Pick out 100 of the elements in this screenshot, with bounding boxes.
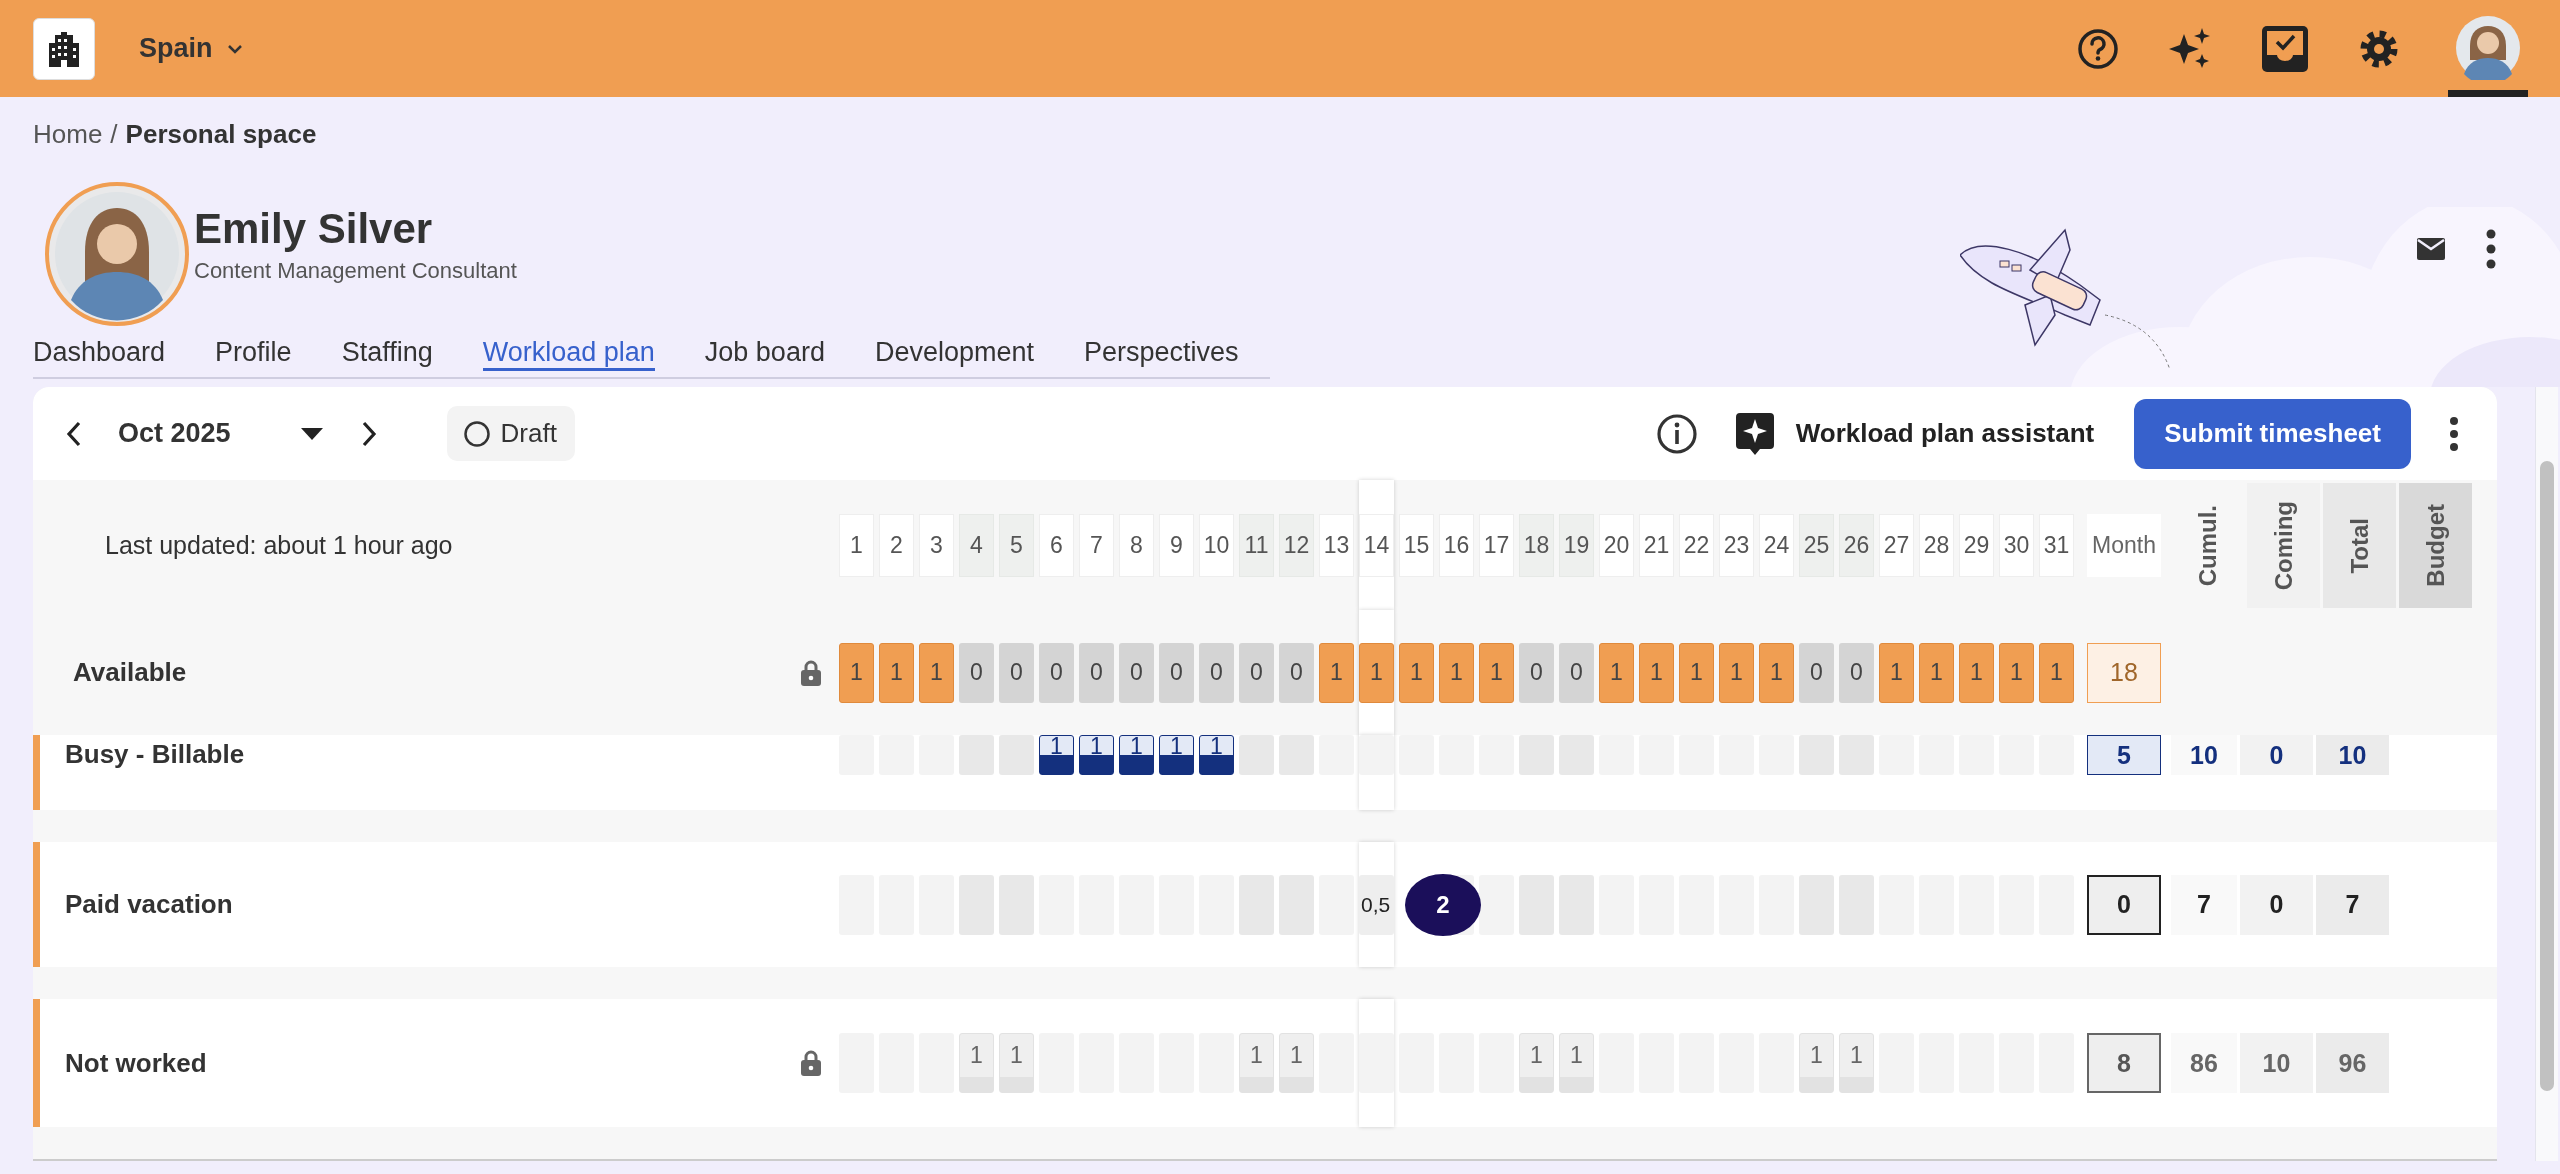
day-header[interactable]: 12	[1279, 513, 1314, 577]
day-cell[interactable]: 1	[1919, 642, 1954, 703]
day-cell[interactable]: 1	[1439, 642, 1474, 703]
day-cell[interactable]: 1	[1159, 735, 1194, 775]
day-cell[interactable]: 1	[1119, 735, 1154, 775]
day-header[interactable]: 5	[999, 513, 1034, 577]
tab[interactable]: Profile	[215, 331, 292, 371]
assistant-button[interactable]: Workload plan assistant	[1735, 412, 2095, 455]
day-header[interactable]: 27	[1879, 513, 1914, 577]
help-icon[interactable]	[2076, 26, 2120, 71]
day-cell[interactable]: 1	[1519, 1033, 1554, 1093]
chevron-right-icon[interactable]	[360, 420, 377, 447]
day-header[interactable]: 25	[1799, 513, 1834, 577]
day-header[interactable]: 22	[1679, 513, 1714, 577]
day-cell[interactable]: 0	[1119, 642, 1154, 703]
tab[interactable]: Job board	[704, 331, 825, 371]
day-header[interactable]: 23	[1719, 513, 1754, 577]
inbox-check-icon[interactable]	[2260, 23, 2310, 74]
day-header[interactable]: 7	[1079, 513, 1114, 577]
day-cell[interactable]: 1	[1879, 642, 1914, 703]
more-icon[interactable]	[2449, 415, 2459, 452]
tab[interactable]: Workload plan	[482, 331, 655, 371]
day-cell[interactable]: 1	[1679, 642, 1714, 703]
day-cell[interactable]: 0	[1279, 642, 1314, 703]
day-cell[interactable]: 0	[1799, 642, 1834, 703]
tab[interactable]: Staffing	[341, 331, 433, 371]
day-cell[interactable]: 1	[1999, 642, 2034, 703]
day-header[interactable]: 17	[1479, 513, 1514, 577]
tab[interactable]: Dashboard	[33, 331, 166, 371]
caret-down-icon[interactable]	[300, 427, 323, 440]
day-cell[interactable]: 1	[1399, 642, 1434, 703]
day-cell[interactable]: 1	[1759, 642, 1794, 703]
day-header[interactable]: 2	[879, 513, 914, 577]
day-cell[interactable]: 1	[839, 642, 874, 703]
day-cell[interactable]: 1	[959, 1033, 994, 1093]
day-header[interactable]: 31	[2039, 513, 2074, 577]
day-cell[interactable]: 0	[1079, 642, 1114, 703]
day-cell[interactable]: 1	[1559, 1033, 1594, 1093]
day-cell[interactable]: 1	[1479, 642, 1514, 703]
day-header[interactable]: 1	[839, 513, 874, 577]
day-cell[interactable]: 0	[1159, 642, 1194, 703]
workspace-dropdown[interactable]: Spain	[139, 33, 243, 64]
day-cell[interactable]: 0	[1839, 642, 1874, 703]
day-cell[interactable]: 1	[1799, 1033, 1834, 1093]
avatar-icon[interactable]	[2456, 16, 2520, 80]
day-header[interactable]: 20	[1599, 513, 1634, 577]
day-header[interactable]: 13	[1319, 513, 1354, 577]
day-cell[interactable]: 1	[1319, 642, 1354, 703]
more-icon[interactable]	[2486, 229, 2496, 269]
submit-button[interactable]: Submit timesheet	[2134, 398, 2411, 469]
day-header[interactable]: 26	[1839, 513, 1874, 577]
day-cell[interactable]: 0	[1559, 642, 1594, 703]
day-cell[interactable]: 1	[1279, 1033, 1314, 1093]
logo-button[interactable]	[33, 17, 95, 80]
day-header[interactable]: 14	[1359, 513, 1394, 577]
day-cell[interactable]: 0	[959, 642, 994, 703]
day-header[interactable]: 16	[1439, 513, 1474, 577]
day-cell[interactable]	[1359, 735, 1394, 775]
day-cell[interactable]: 1	[1039, 735, 1074, 775]
day-cell[interactable]: 1	[1359, 642, 1394, 703]
day-cell[interactable]: 0	[999, 642, 1034, 703]
info-icon[interactable]	[1655, 412, 1698, 455]
day-cell[interactable]: 0	[1199, 642, 1234, 703]
day-cell[interactable]: 1	[1959, 642, 1994, 703]
day-cell[interactable]	[1479, 874, 1514, 935]
day-cell[interactable]: 1	[1599, 642, 1634, 703]
day-cell[interactable]: 1	[1199, 735, 1234, 775]
scrollbar-thumb[interactable]	[2540, 461, 2554, 1091]
day-header[interactable]: 8	[1119, 513, 1154, 577]
day-header[interactable]: 9	[1159, 513, 1194, 577]
day-cell[interactable]: 0	[1039, 642, 1074, 703]
day-header[interactable]: 3	[919, 513, 954, 577]
home-link[interactable]: Home	[33, 117, 103, 151]
chevron-left-icon[interactable]	[66, 420, 82, 447]
tab[interactable]: Development	[874, 331, 1034, 371]
day-cell[interactable]: 1	[1639, 642, 1674, 703]
day-cell[interactable]: 1	[999, 1033, 1034, 1093]
day-header[interactable]: 28	[1919, 513, 1954, 577]
day-cell[interactable]: 1	[1079, 735, 1114, 775]
day-cell[interactable]: 1	[2039, 642, 2074, 703]
day-cell[interactable]: 0	[1519, 642, 1554, 703]
day-header[interactable]: 30	[1999, 513, 2034, 577]
day-header[interactable]: 4	[959, 513, 994, 577]
day-cell[interactable]: 1	[919, 642, 954, 703]
day-header[interactable]: 19	[1559, 513, 1594, 577]
day-header[interactable]: 21	[1639, 513, 1674, 577]
day-cell[interactable]: 1	[879, 642, 914, 703]
day-header[interactable]: 24	[1759, 513, 1794, 577]
day-cell[interactable]: 0	[1239, 642, 1274, 703]
day-cell[interactable]: 1	[1239, 1033, 1274, 1093]
day-cell[interactable]: 1	[1839, 1033, 1874, 1093]
day-header[interactable]: 29	[1959, 513, 1994, 577]
day-cell[interactable]: 1	[1719, 642, 1754, 703]
day-header[interactable]: 10	[1199, 513, 1234, 577]
tab[interactable]: Perspectives	[1084, 331, 1239, 371]
day-header[interactable]: 11	[1239, 513, 1274, 577]
mail-icon[interactable]	[2416, 237, 2446, 261]
hours-input[interactable]: 0,5	[1359, 874, 1394, 935]
day-header[interactable]: 18	[1519, 513, 1554, 577]
day-header[interactable]: 6	[1039, 513, 1074, 577]
